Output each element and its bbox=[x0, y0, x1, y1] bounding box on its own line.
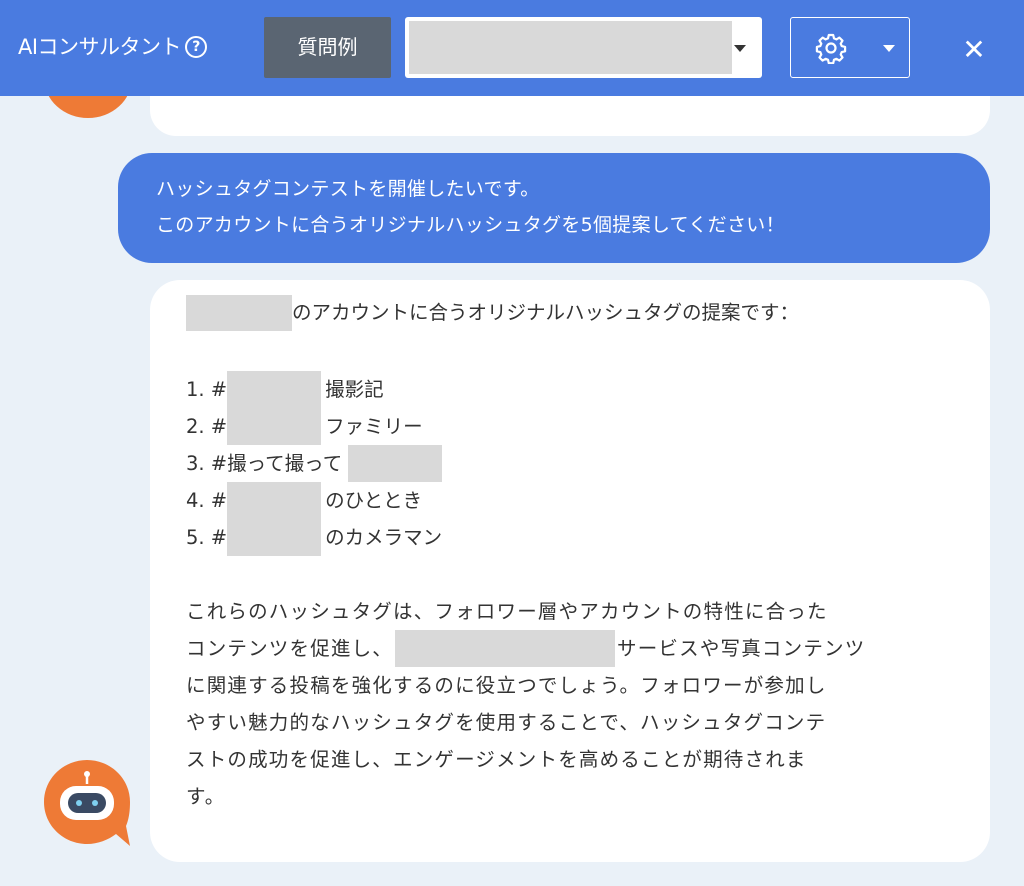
bot-intro-line: のアカウントに合うオリジナルハッシュタグの提案です： bbox=[186, 294, 799, 331]
close-icon[interactable]: ✕ bbox=[958, 34, 990, 66]
help-circle-icon[interactable]: ? bbox=[185, 36, 208, 58]
user-message-line-1: ハッシュタグコンテストを開催したいです。 bbox=[156, 178, 540, 200]
paragraph-text: サービスや写真コンテンツ bbox=[617, 637, 866, 660]
paragraph-line: ストの成功を促進し、エンゲージメントを高めることが期待されま bbox=[186, 748, 807, 771]
list-item-prefix: 1. # bbox=[186, 378, 228, 401]
redacted-text bbox=[227, 482, 322, 519]
app-header: AIコンサルタント ? 質問例 ✕ bbox=[0, 0, 1024, 96]
paragraph-line: これらのハッシュタグは、フォロワー層やアカウントの特性に合った bbox=[186, 600, 828, 623]
paragraph-line: に関連する投稿を強化するのに役立つでしょう。フォロワーが参加し bbox=[186, 674, 827, 697]
list-item: 4. # のひととき bbox=[186, 482, 422, 519]
app-title: AIコンサルタント ? bbox=[18, 32, 208, 62]
list-item-suffix: のカメラマン bbox=[325, 526, 443, 549]
list-item-prefix: 4. # bbox=[186, 489, 228, 512]
list-item: 2. # ファミリー bbox=[186, 408, 423, 445]
list-item-prefix: 3. #撮って撮って bbox=[186, 452, 343, 475]
paragraph-line: やすい魅力的なハッシュタグを使用することで、ハッシュタグコンテ bbox=[186, 711, 827, 734]
robot-avatar-icon bbox=[44, 760, 130, 846]
bot-summary-paragraph: これらのハッシュタグは、フォロワー層やアカウントの特性に合った コンテンツを促進… bbox=[186, 593, 966, 815]
redacted-text bbox=[395, 630, 616, 667]
list-item: 1. # 撮影記 bbox=[186, 371, 384, 408]
paragraph-line: コンテンツを促進し、 サービスや写真コンテンツ bbox=[186, 630, 966, 667]
account-select[interactable] bbox=[405, 17, 762, 78]
redacted-text bbox=[348, 445, 443, 482]
chevron-down-icon bbox=[883, 45, 895, 52]
list-item: 3. #撮って撮って bbox=[186, 445, 443, 482]
list-item-prefix: 5. # bbox=[186, 526, 228, 549]
list-item-prefix: 2. # bbox=[186, 415, 228, 438]
list-item: 5. # のカメラマン bbox=[186, 519, 442, 556]
gear-icon bbox=[815, 33, 847, 64]
redacted-account-name bbox=[186, 294, 292, 331]
list-item-suffix: 撮影記 bbox=[325, 378, 384, 401]
bot-message-bubble: のアカウントに合うオリジナルハッシュタグの提案です： 1. # 撮影記 2. #… bbox=[150, 280, 990, 862]
user-message-line-2: このアカウントに合うオリジナルハッシュタグを5個提案してください！ bbox=[156, 214, 785, 236]
redacted-text bbox=[227, 519, 322, 556]
list-item-suffix: ファミリー bbox=[325, 415, 423, 438]
settings-dropdown-button[interactable] bbox=[790, 17, 910, 78]
redacted-select-value bbox=[409, 21, 732, 74]
paragraph-text: コンテンツを促進し、 bbox=[186, 637, 394, 660]
redacted-text bbox=[227, 408, 322, 445]
bot-intro-text: のアカウントに合うオリジナルハッシュタグの提案です： bbox=[292, 301, 800, 324]
app-title-text: AIコンサルタント bbox=[18, 35, 182, 59]
list-item-suffix: のひととき bbox=[325, 489, 423, 512]
chevron-down-icon bbox=[734, 45, 746, 52]
question-examples-button[interactable]: 質問例 bbox=[264, 17, 391, 78]
redacted-text bbox=[227, 371, 322, 408]
user-message-bubble: ハッシュタグコンテストを開催したいです。 このアカウントに合うオリジナルハッシュ… bbox=[118, 153, 990, 263]
paragraph-line: す。 bbox=[186, 785, 226, 808]
